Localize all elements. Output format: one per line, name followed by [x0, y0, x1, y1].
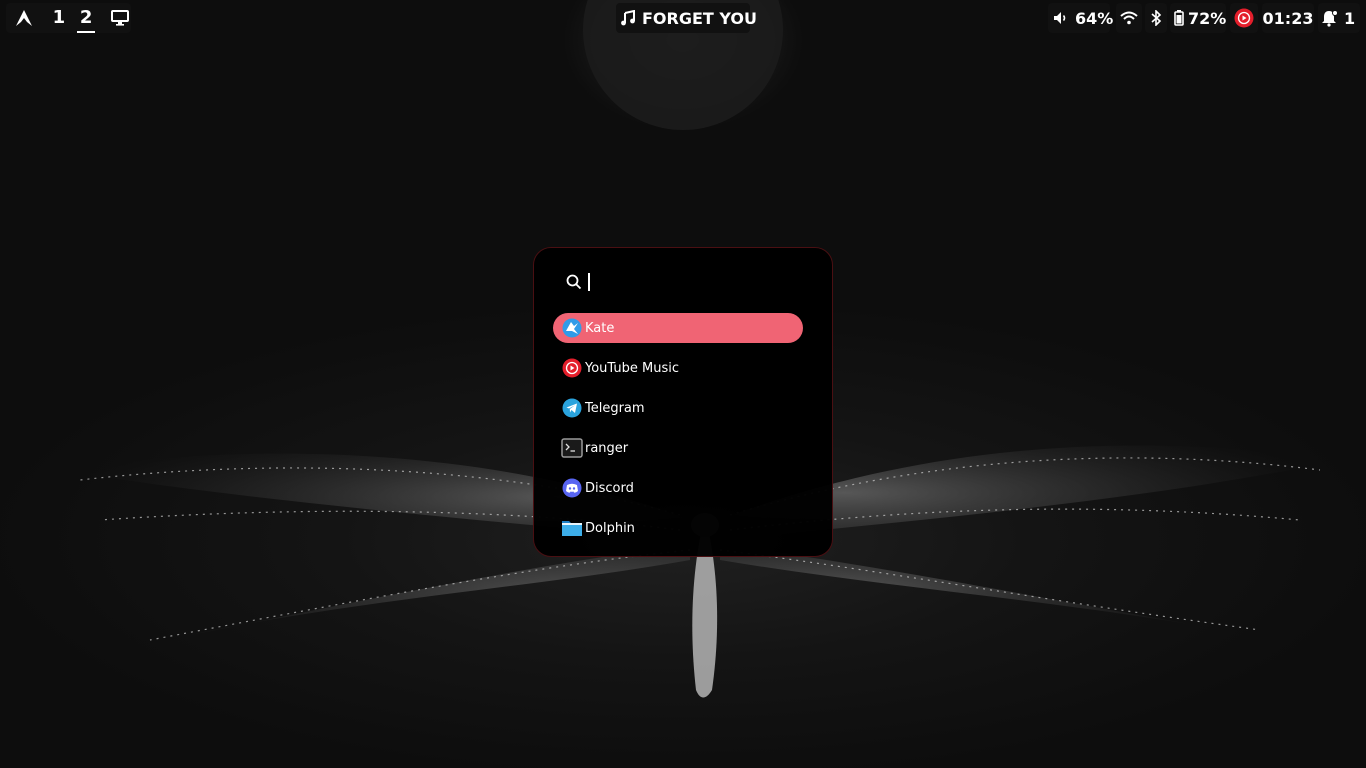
monitor-icon[interactable]	[110, 10, 131, 26]
bell-icon	[1321, 9, 1339, 27]
notification-count: 1	[1344, 8, 1356, 28]
wifi-icon	[1120, 11, 1138, 25]
app-item-discord[interactable]: Discord	[553, 473, 803, 503]
battery-value: 72%	[1188, 8, 1227, 28]
volume-value: 64%	[1075, 8, 1114, 28]
workspace-2-button[interactable]: 2	[75, 6, 96, 33]
search-field[interactable]	[566, 270, 590, 294]
app-item-telegram[interactable]: Telegram	[553, 393, 803, 423]
workspace-1-button[interactable]: 1	[48, 6, 69, 30]
bluetooth-module[interactable]	[1145, 3, 1167, 33]
discord-icon	[561, 477, 583, 499]
app-item-youtube-music[interactable]: YouTube Music	[553, 353, 803, 383]
telegram-icon	[561, 397, 583, 419]
app-item-label: ranger	[585, 440, 629, 456]
app-item-label: YouTube Music	[585, 360, 679, 376]
app-list: Kate YouTube Music Telegram ranger Disco…	[553, 313, 803, 553]
search-icon	[566, 274, 582, 290]
volume-module[interactable]: 64%	[1048, 3, 1114, 33]
notifications-module[interactable]: 1	[1318, 3, 1360, 33]
workspaces-module: 1 2	[6, 3, 131, 33]
terminal-icon	[561, 437, 583, 459]
arch-logo-icon[interactable]	[12, 9, 35, 27]
clock: 01:23	[1262, 8, 1314, 28]
text-cursor	[588, 273, 590, 291]
media-app-module[interactable]	[1230, 3, 1258, 33]
youtube-music-icon	[561, 357, 583, 379]
youtube-music-icon	[1234, 8, 1254, 28]
wifi-module[interactable]	[1116, 3, 1142, 33]
folder-icon	[561, 517, 583, 539]
bluetooth-icon	[1150, 10, 1162, 26]
speaker-icon	[1053, 11, 1069, 25]
top-bar: 1 2 FORGET YOU 64% 72% 01:23 1	[0, 0, 1366, 36]
app-item-label: Telegram	[585, 400, 645, 416]
app-item-kate[interactable]: Kate	[553, 313, 803, 343]
app-launcher: Kate YouTube Music Telegram ranger Disco…	[533, 247, 833, 557]
app-item-label: Dolphin	[585, 520, 635, 536]
now-playing-module[interactable]: FORGET YOU	[616, 3, 757, 33]
kate-icon	[561, 317, 583, 339]
app-item-label: Discord	[585, 480, 634, 496]
app-item-dolphin[interactable]: Dolphin	[553, 513, 803, 543]
app-item-ranger[interactable]: ranger	[553, 433, 803, 463]
app-item-label: Kate	[585, 320, 615, 336]
clock-module[interactable]: 01:23	[1262, 3, 1314, 33]
now-playing-title: FORGET YOU	[642, 8, 758, 28]
battery-icon	[1174, 10, 1184, 26]
battery-module: 72%	[1170, 3, 1226, 33]
music-note-icon	[620, 10, 636, 26]
